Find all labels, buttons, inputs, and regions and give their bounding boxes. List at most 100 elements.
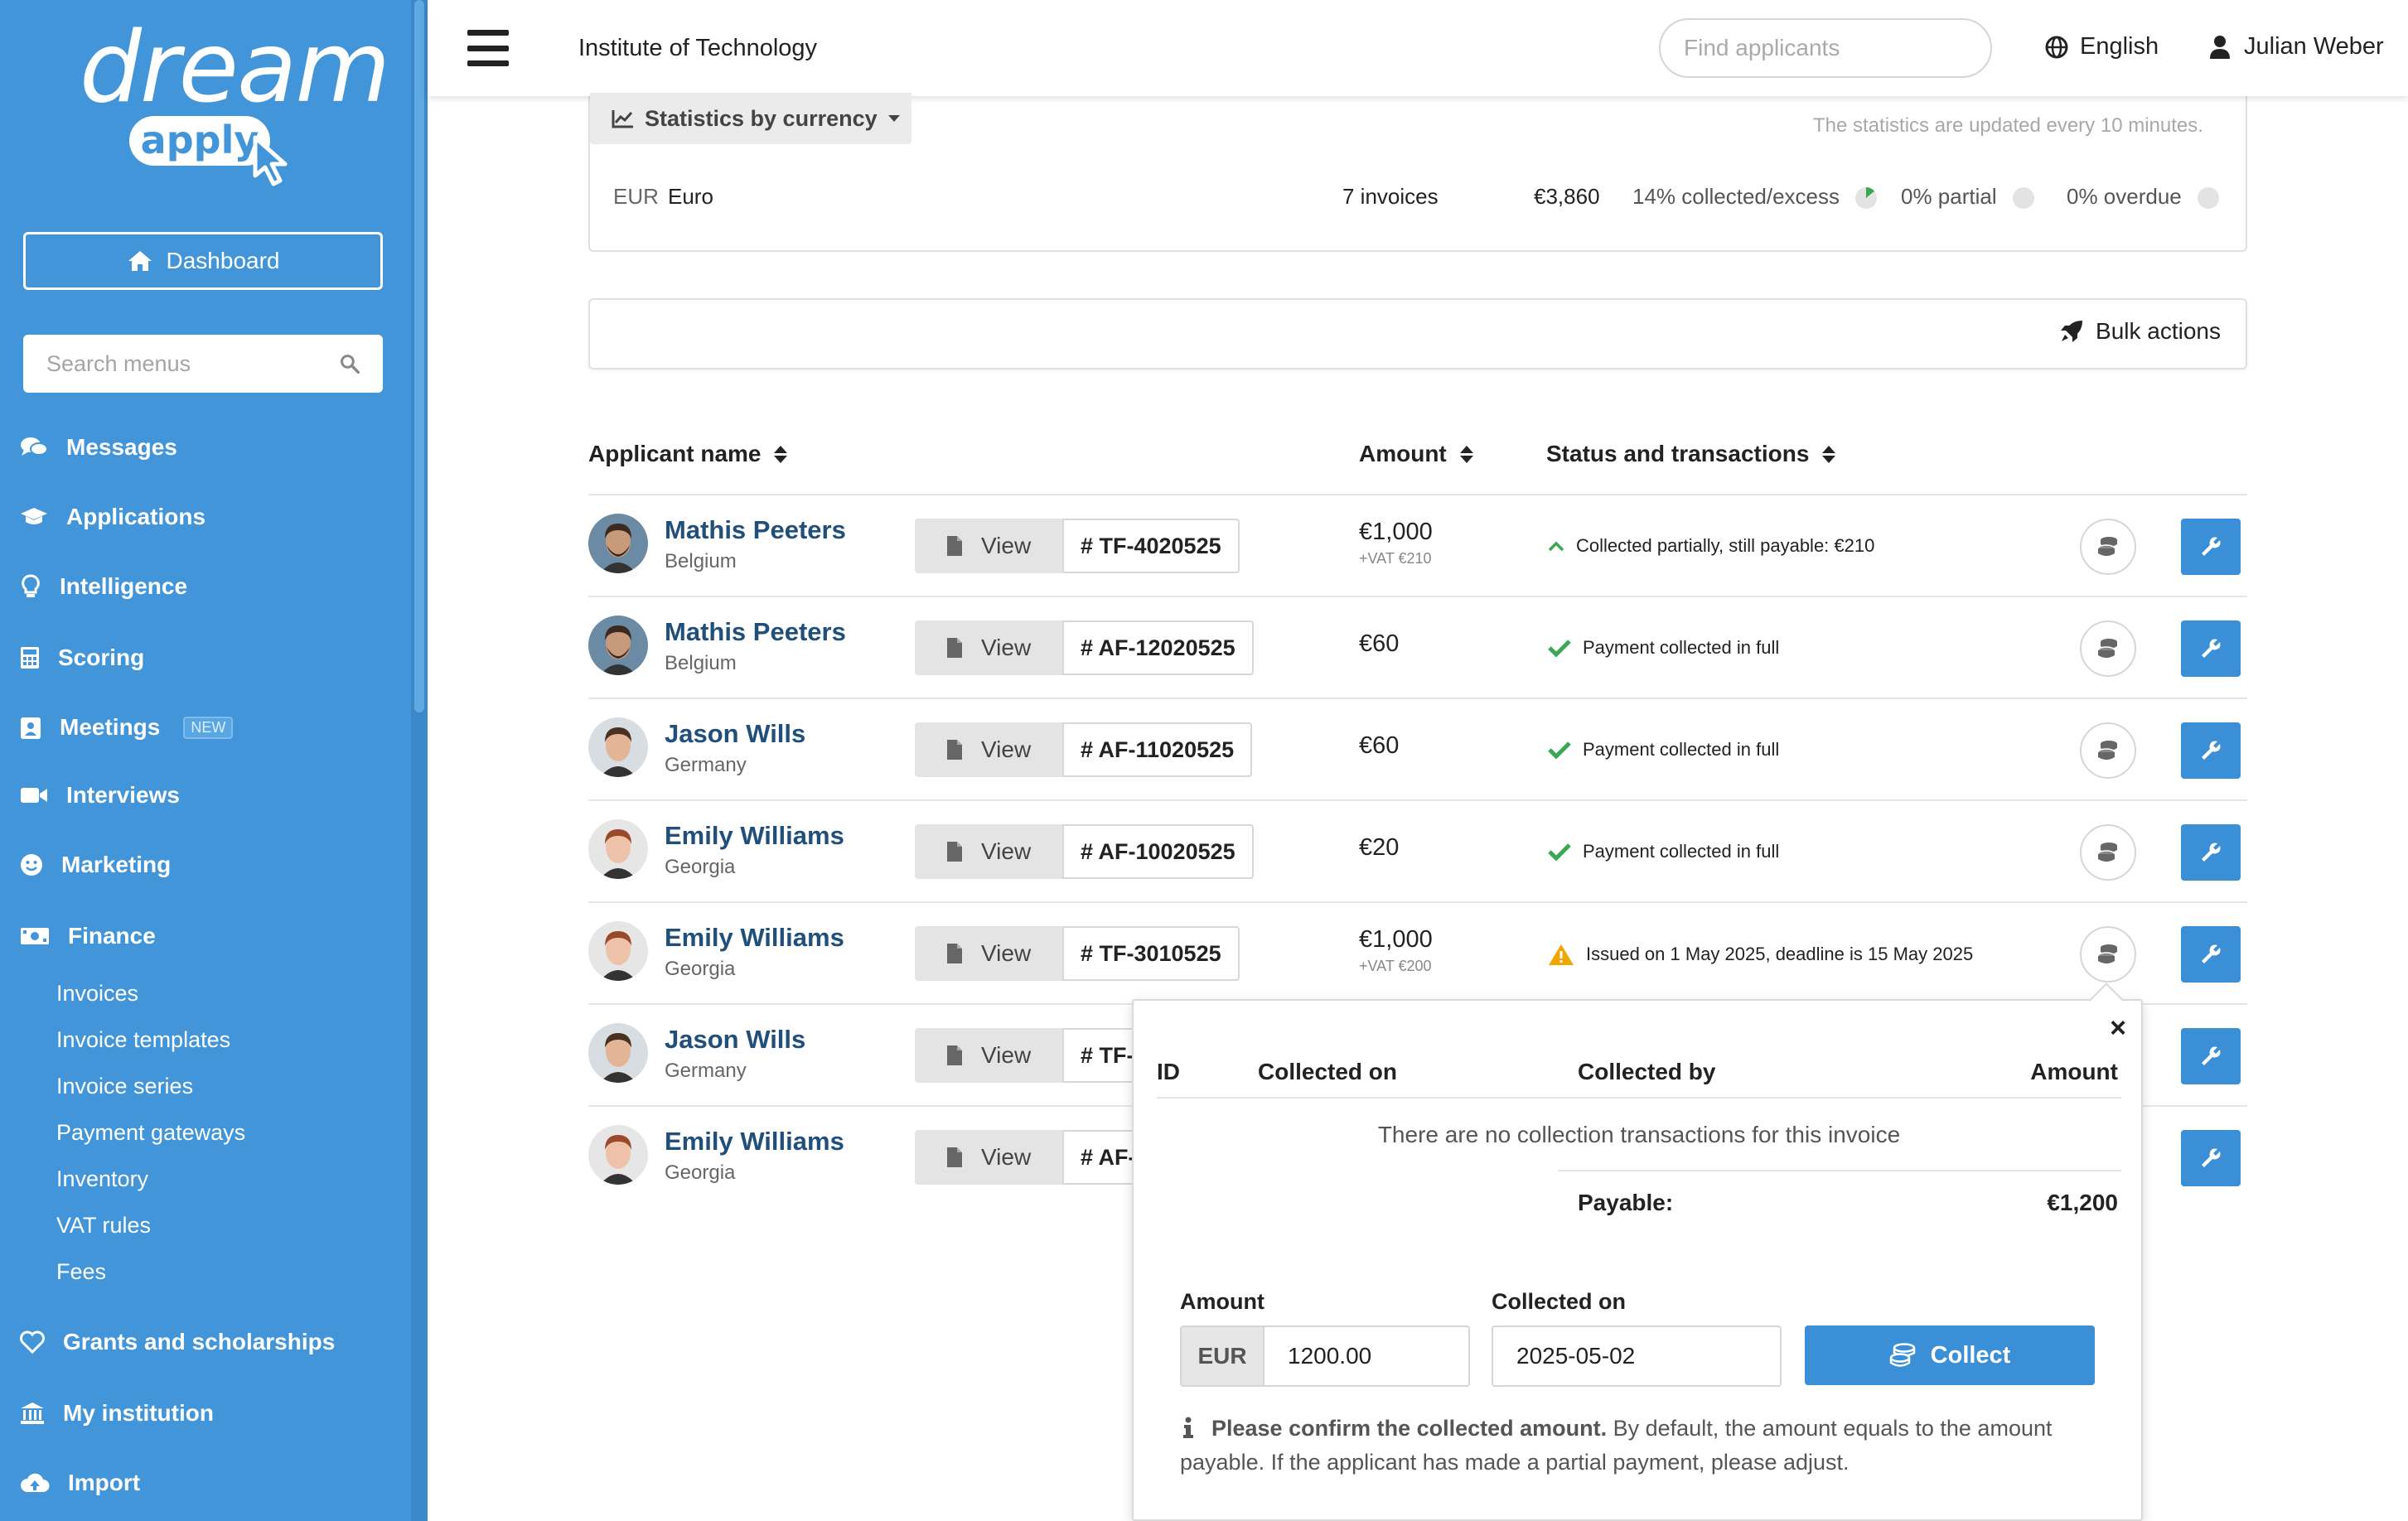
collect-payment-button[interactable] xyxy=(2080,926,2136,983)
user-menu[interactable]: Julian Weber xyxy=(2209,33,2384,60)
collect-payment-button[interactable] xyxy=(2080,620,2136,677)
view-invoice-button[interactable]: View xyxy=(915,926,1066,981)
collected-on-date-input[interactable] xyxy=(1492,1325,1782,1387)
column-header-status[interactable]: Status and transactions xyxy=(1546,441,1836,467)
column-header-amount[interactable]: Amount xyxy=(1359,441,1473,467)
collect-payment-button[interactable] xyxy=(2080,519,2136,575)
sidebar-item-applications[interactable]: Applications xyxy=(20,500,206,534)
heart-icon xyxy=(20,1330,45,1354)
payment-status: Payment collected in full xyxy=(1548,739,1779,760)
overdue-stat-label: 0% overdue xyxy=(2067,184,2182,209)
amount-label: Amount xyxy=(1180,1289,1264,1314)
invoice-actions-button[interactable] xyxy=(2181,926,2241,983)
sidebar-item-my-institution[interactable]: My institution xyxy=(20,1397,214,1430)
sidebar-scrollbar-thumb[interactable] xyxy=(414,0,424,712)
file-icon xyxy=(947,842,962,862)
file-icon xyxy=(947,740,962,760)
avatar[interactable] xyxy=(588,514,648,573)
view-invoice-button[interactable]: View xyxy=(915,1028,1066,1083)
view-invoice-button[interactable]: View xyxy=(915,1130,1066,1185)
view-invoice-button[interactable]: View xyxy=(915,620,1066,675)
menu-search-input[interactable] xyxy=(46,350,340,377)
new-badge: NEW xyxy=(183,716,234,739)
invoice-actions-button[interactable] xyxy=(2181,1130,2241,1186)
sidebar-sub-inventory[interactable]: Inventory xyxy=(56,1166,148,1192)
payment-status: Payment collected in full xyxy=(1548,841,1779,862)
video-icon xyxy=(21,788,47,803)
collect-payment-button[interactable] xyxy=(2080,824,2136,881)
collected-stat-label: 14% collected/excess xyxy=(1632,184,1840,209)
sidebar-item-messages[interactable]: Messages xyxy=(20,431,177,464)
language-selector[interactable]: English xyxy=(2045,33,2159,60)
applicant-name-link[interactable]: Emily Williams xyxy=(665,1127,844,1156)
collect-amount-input[interactable] xyxy=(1263,1325,1470,1387)
find-applicants-input[interactable] xyxy=(1684,35,1983,61)
invoice-amount: €1,000 xyxy=(1359,519,1433,545)
avatar[interactable] xyxy=(588,717,648,777)
coins-icon xyxy=(2097,944,2117,963)
avatar[interactable] xyxy=(588,921,648,981)
invoice-actions-button[interactable] xyxy=(2181,824,2241,881)
avatar[interactable] xyxy=(588,616,648,675)
view-invoice-button[interactable]: View xyxy=(915,519,1066,573)
applicant-country: Georgia xyxy=(665,856,736,878)
search-icon[interactable] xyxy=(340,352,360,375)
lightbulb-icon xyxy=(22,574,40,597)
sidebar-item-finance[interactable]: Finance xyxy=(20,920,156,953)
sort-icon xyxy=(1459,445,1473,463)
statistics-by-currency-dropdown[interactable]: Statistics by currency xyxy=(590,93,911,144)
sidebar-item-label: Marketing xyxy=(61,852,172,877)
sidebar-sub-payment-gateways[interactable]: Payment gateways xyxy=(56,1120,245,1146)
collect-button[interactable]: Collect xyxy=(1805,1325,2095,1385)
view-label: View xyxy=(981,635,1032,660)
invoice-count: 7 invoices xyxy=(1342,184,1439,209)
column-header-applicant-name[interactable]: Applicant name xyxy=(588,441,788,467)
invoice-actions-button[interactable] xyxy=(2181,620,2241,677)
applicant-name-link[interactable]: Emily Williams xyxy=(665,923,844,953)
applicant-name-link[interactable]: Mathis Peeters xyxy=(665,617,846,647)
close-icon[interactable]: × xyxy=(2110,1012,2126,1045)
sidebar-item-marketing[interactable]: Marketing xyxy=(20,848,171,881)
logo-word-apply: apply xyxy=(140,118,259,162)
calendar-user-icon xyxy=(21,717,41,739)
invoice-actions-button[interactable] xyxy=(2181,1028,2241,1084)
sidebar-item-interviews[interactable]: Interviews xyxy=(20,779,180,812)
sidebar-sub-invoice-templates[interactable]: Invoice templates xyxy=(56,1027,230,1053)
sidebar-item-import[interactable]: Import xyxy=(20,1466,140,1499)
view-label: View xyxy=(981,533,1032,558)
collect-payment-button[interactable] xyxy=(2080,722,2136,779)
avatar[interactable] xyxy=(588,819,648,879)
dreamapply-logo[interactable]: dream apply xyxy=(80,10,390,192)
avatar[interactable] xyxy=(588,1125,648,1185)
invoice-actions-button[interactable] xyxy=(2181,519,2241,575)
divider xyxy=(1558,1170,2121,1171)
sidebar-item-intelligence[interactable]: Intelligence xyxy=(20,570,187,603)
sort-icon xyxy=(1822,445,1836,463)
bulk-actions-button[interactable]: Bulk actions xyxy=(2059,318,2221,345)
applicant-name-link[interactable]: Jason Wills xyxy=(665,1025,805,1055)
applicant-name-link[interactable]: Emily Williams xyxy=(665,821,844,851)
sidebar-sub-invoice-series[interactable]: Invoice series xyxy=(56,1074,193,1099)
menu-toggle-icon[interactable] xyxy=(467,30,509,66)
sort-icon xyxy=(774,445,788,463)
popover-header-id: ID xyxy=(1157,1059,1180,1084)
user-name: Julian Weber xyxy=(2244,33,2384,60)
sidebar-sub-fees[interactable]: Fees xyxy=(56,1259,106,1285)
payment-status-text: Collected partially, still payable: €210 xyxy=(1576,535,1875,556)
divider xyxy=(1157,1097,2121,1098)
sidebar-item-grants[interactable]: Grants and scholarships xyxy=(20,1325,335,1359)
sidebar-sub-invoices[interactable]: Invoices xyxy=(56,981,138,1007)
invoice-actions-button[interactable] xyxy=(2181,722,2241,779)
dashboard-button[interactable]: Dashboard xyxy=(23,232,383,290)
sidebar-item-scoring[interactable]: Scoring xyxy=(20,641,144,674)
cloud-upload-icon xyxy=(21,1473,50,1492)
sidebar: dream apply Dashboard Messages Applicati… xyxy=(0,0,428,1521)
view-invoice-button[interactable]: View xyxy=(915,824,1066,879)
sidebar-item-meetings[interactable]: Meetings NEW xyxy=(20,711,234,744)
file-icon xyxy=(947,1147,962,1167)
avatar[interactable] xyxy=(588,1023,648,1083)
applicant-name-link[interactable]: Jason Wills xyxy=(665,719,805,749)
sidebar-sub-vat-rules[interactable]: VAT rules xyxy=(56,1213,151,1239)
applicant-name-link[interactable]: Mathis Peeters xyxy=(665,515,846,545)
view-invoice-button[interactable]: View xyxy=(915,722,1066,777)
